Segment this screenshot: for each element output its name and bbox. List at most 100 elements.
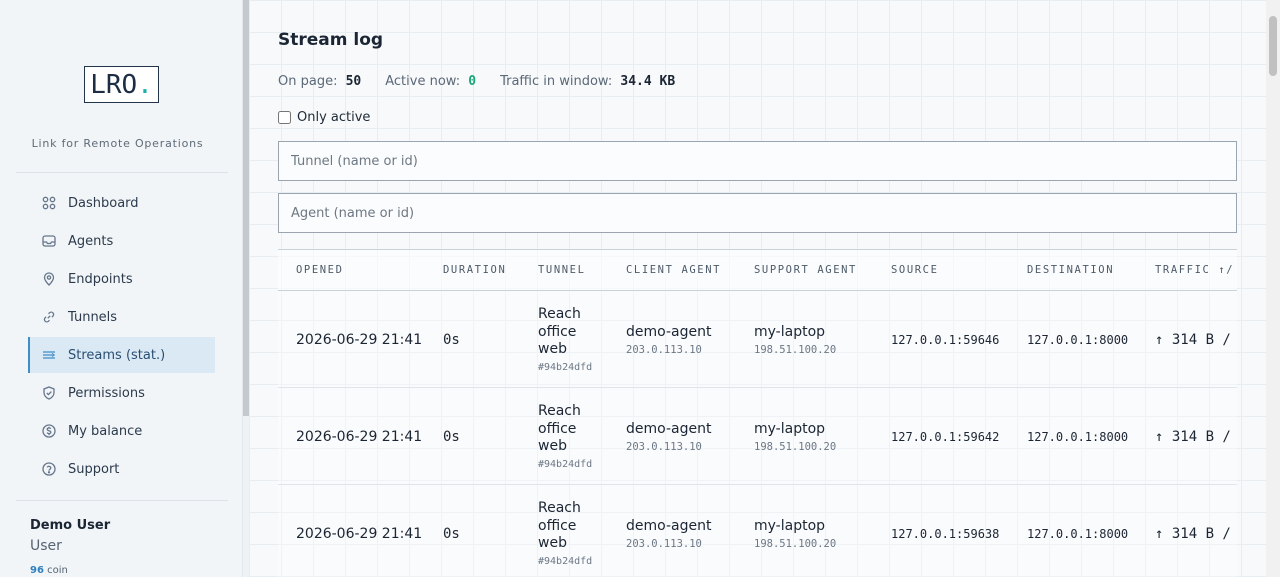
tunnel-name[interactable]: Reach office web (538, 306, 598, 359)
cell-destination: 127.0.0.1:8000 (1027, 526, 1129, 541)
sidebar-nav: Dashboard Agents Endpoints Tunnels Strea… (28, 185, 215, 489)
stat-label: Traffic in window: (500, 74, 613, 89)
table-row[interactable]: 2026-06-29 21:41 0s Reach office web #94… (278, 485, 1237, 577)
cell-tunnel: Reach office web #94b24dfd (538, 388, 608, 485)
sidebar-item-support[interactable]: Support (28, 451, 215, 487)
sidebar-item-streams[interactable]: Streams (stat.) (28, 337, 215, 373)
support-agent-name[interactable]: my-laptop (754, 421, 836, 437)
cell-opened: 2026-06-29 21:41 (296, 428, 423, 445)
balance-unit: coin (47, 565, 68, 576)
cell-tunnel: Reach office web #94b24dfd (538, 485, 608, 577)
user-name: Demo User (30, 518, 111, 533)
client-agent-name[interactable]: demo-agent (626, 518, 711, 534)
client-agent-name[interactable]: demo-agent (626, 421, 711, 437)
stat-label: On page: (278, 74, 338, 89)
streams-icon (42, 348, 56, 362)
page-scrollbar-thumb[interactable] (1269, 16, 1277, 76)
column-header-client-agent[interactable]: CLIENT AGENT (626, 250, 721, 290)
stat-on-page: On page: 50 (278, 74, 361, 89)
column-header-support-agent[interactable]: SUPPORT AGENT (754, 250, 857, 290)
shield-check-icon (42, 386, 56, 400)
support-agent-ip: 198.51.100.20 (754, 537, 837, 550)
sidebar-divider (16, 172, 228, 173)
sidebar-divider (16, 500, 228, 501)
help-circle-icon (42, 462, 56, 476)
tunnel-id: #94b24dfd (538, 555, 593, 567)
cell-source: 127.0.0.1:59642 (891, 429, 1000, 444)
link-icon (42, 310, 56, 324)
column-header-source[interactable]: SOURCE (891, 250, 939, 290)
agent-filter-input[interactable] (278, 193, 1237, 233)
stat-value: 34.4 KB (620, 74, 676, 89)
map-pin-icon (42, 272, 56, 286)
inbox-icon (42, 234, 56, 248)
table-row[interactable]: 2026-06-29 21:41 0s Reach office web #94… (278, 291, 1237, 388)
sidebar-item-label: My balance (68, 423, 143, 439)
cell-support-agent: my-laptop 198.51.100.20 (754, 291, 836, 388)
only-active-label: Only active (297, 110, 371, 125)
cell-client-agent: demo-agent 203.0.113.10 (626, 291, 711, 388)
logo[interactable]: LRO. (84, 66, 159, 103)
tunnel-name[interactable]: Reach office web (538, 500, 598, 553)
sidebar-item-label: Streams (stat.) (68, 347, 166, 363)
logo-dot: . (137, 69, 153, 100)
support-agent-name[interactable]: my-laptop (754, 324, 836, 340)
sidebar-item-label: Endpoints (68, 271, 133, 287)
sidebar: LRO. Link for Remote Operations Dashboar… (0, 0, 243, 577)
cell-destination: 127.0.0.1:8000 (1027, 429, 1129, 444)
support-agent-name[interactable]: my-laptop (754, 518, 836, 534)
cell-source: 127.0.0.1:59638 (891, 526, 1000, 541)
sidebar-item-tunnels[interactable]: Tunnels (28, 299, 215, 335)
tunnel-name[interactable]: Reach office web (538, 403, 598, 456)
column-header-traffic[interactable]: TRAFFIC ↑/ (1155, 250, 1234, 290)
client-agent-name[interactable]: demo-agent (626, 324, 711, 340)
sidebar-item-label: Tunnels (68, 309, 118, 325)
column-header-tunnel[interactable]: TUNNEL (538, 250, 586, 290)
balance-amount: 96 (30, 565, 44, 576)
page-title: Stream log (278, 30, 384, 50)
user-role: User (30, 538, 62, 554)
tunnel-filter-input[interactable] (278, 141, 1237, 181)
sidebar-item-label: Permissions (68, 385, 145, 401)
cell-client-agent: demo-agent 203.0.113.10 (626, 485, 711, 577)
grid-icon (42, 196, 56, 210)
cell-source: 127.0.0.1:59646 (891, 332, 1000, 347)
cell-traffic: ↑ 314 B / (1155, 428, 1231, 445)
cell-duration: 0s (443, 525, 460, 542)
table-row[interactable]: 2026-06-29 21:41 0s Reach office web #94… (278, 388, 1237, 485)
logo-wrap: LRO. (0, 66, 243, 103)
sidebar-item-balance[interactable]: My balance (28, 413, 215, 449)
coin-icon (42, 424, 56, 438)
user-balance: 96 coin (30, 565, 68, 576)
only-active-checkbox[interactable] (278, 111, 291, 124)
cell-traffic: ↑ 314 B / (1155, 525, 1231, 542)
cell-opened: 2026-06-29 21:41 (296, 331, 423, 348)
sidebar-item-dashboard[interactable]: Dashboard (28, 185, 215, 221)
sidebar-item-label: Agents (68, 233, 114, 249)
sidebar-item-label: Support (68, 461, 120, 477)
stats-bar: On page: 50 Active now: 0 Traffic in win… (278, 74, 675, 89)
column-header-duration[interactable]: DURATION (443, 250, 506, 290)
tunnel-id: #94b24dfd (538, 361, 593, 373)
cell-duration: 0s (443, 428, 460, 445)
cell-client-agent: demo-agent 203.0.113.10 (626, 388, 711, 485)
tunnel-id: #94b24dfd (538, 458, 593, 470)
stat-value: 0 (468, 74, 477, 89)
cell-traffic: ↑ 314 B / (1155, 331, 1231, 348)
cell-support-agent: my-laptop 198.51.100.20 (754, 485, 836, 577)
sidebar-item-agents[interactable]: Agents (28, 223, 215, 259)
stat-label: Active now: (385, 74, 461, 89)
client-agent-ip: 203.0.113.10 (626, 440, 702, 453)
table-header: OPENED DURATION TUNNEL CLIENT AGENT SUPP… (278, 249, 1237, 291)
column-header-opened[interactable]: OPENED (296, 250, 344, 290)
page-scrollbar[interactable] (1266, 0, 1280, 577)
stat-value: 50 (345, 74, 362, 89)
sidebar-item-endpoints[interactable]: Endpoints (28, 261, 215, 297)
logo-text: LRO (90, 69, 138, 100)
streams-table: OPENED DURATION TUNNEL CLIENT AGENT SUPP… (278, 249, 1237, 577)
cell-opened: 2026-06-29 21:41 (296, 525, 423, 542)
column-header-destination[interactable]: DESTINATION (1027, 250, 1114, 290)
sidebar-item-permissions[interactable]: Permissions (28, 375, 215, 411)
cell-tunnel: Reach office web #94b24dfd (538, 291, 608, 388)
only-active-toggle[interactable]: Only active (278, 110, 370, 125)
